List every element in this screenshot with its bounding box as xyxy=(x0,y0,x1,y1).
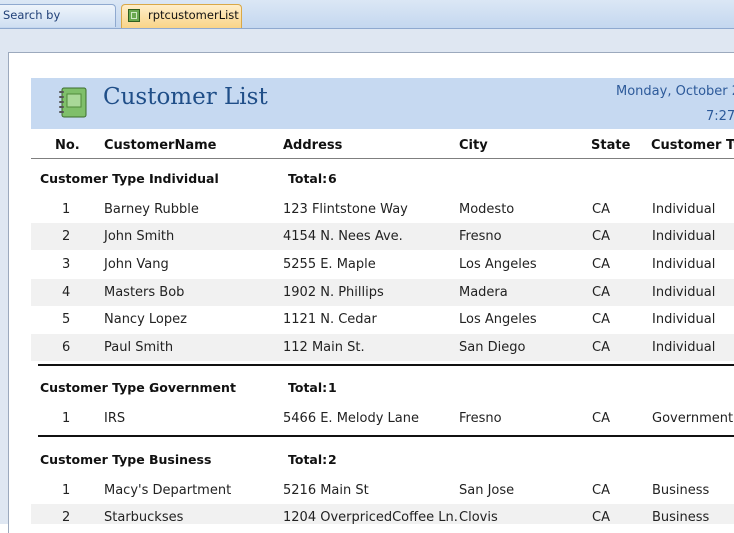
table-row: 4 Masters Bob 1902 N. Phillips Madera CA… xyxy=(31,279,734,306)
notebook-icon xyxy=(59,87,87,118)
group-header-type: Government xyxy=(149,380,236,395)
cell-customer-type: Individual xyxy=(652,340,716,355)
cell-city: San Jose xyxy=(459,483,515,498)
cell-no: 2 xyxy=(62,510,71,525)
cell-city: Los Angeles xyxy=(459,312,537,327)
cell-customer-type: Business xyxy=(652,483,710,498)
cell-state: CA xyxy=(592,340,610,355)
cell-state: CA xyxy=(592,312,610,327)
table-row: 5 Nancy Lopez 1121 N. Cedar Los Angeles … xyxy=(31,306,734,333)
group-total-label: Total: xyxy=(288,452,328,467)
tab-rptcustomerlist[interactable]: rptcustomerList xyxy=(121,4,242,28)
tab-search-by-combobox[interactable]: Search by Combobox xyxy=(0,4,116,43)
cell-customer-type: Individual xyxy=(652,312,716,327)
cell-no: 1 xyxy=(62,483,71,498)
cell-customer-name: Barney Rubble xyxy=(104,202,199,217)
cell-state: CA xyxy=(592,483,610,498)
cell-address: 1204 OverpricedCoffee Ln. xyxy=(283,510,458,525)
group-total-label: Total: xyxy=(288,380,328,395)
group-total-value: 6 xyxy=(328,171,337,186)
column-header-state: State xyxy=(591,138,631,153)
cell-customer-type: Business xyxy=(652,510,710,525)
cell-no: 2 xyxy=(62,229,71,244)
cell-no: 6 xyxy=(62,340,71,355)
cell-customer-name: Nancy Lopez xyxy=(104,312,187,327)
column-header-customer-type: Customer Typ xyxy=(651,138,734,153)
group-header-type: Individual xyxy=(149,171,219,186)
cell-address: 5255 E. Maple xyxy=(283,257,376,272)
cell-address: 1902 N. Phillips xyxy=(283,285,384,300)
group-header-label: Customer Type : xyxy=(40,171,155,186)
cell-customer-type: Individual xyxy=(652,257,716,272)
cell-address: 5466 E. Melody Lane xyxy=(283,411,419,426)
cell-state: CA xyxy=(592,510,610,525)
cell-city: Fresno xyxy=(459,411,502,426)
cell-address: 1121 N. Cedar xyxy=(283,312,377,327)
table-row: 6 Paul Smith 112 Main St. San Diego CA I… xyxy=(31,334,734,361)
group-header-label: Customer Type : xyxy=(40,380,155,395)
cell-address: 4154 N. Nees Ave. xyxy=(283,229,403,244)
report-date: Monday, October 27 xyxy=(616,84,734,99)
group-total-value: 1 xyxy=(328,380,337,395)
cell-no: 1 xyxy=(62,411,71,426)
column-header-rule xyxy=(31,158,734,159)
cell-city: Modesto xyxy=(459,202,515,217)
table-row: 2 John Smith 4154 N. Nees Ave. Fresno CA… xyxy=(31,223,734,250)
cell-state: CA xyxy=(592,285,610,300)
table-row: 2 Starbuckses 1204 OverpricedCoffee Ln. … xyxy=(31,504,734,525)
table-row: 1 IRS 5466 E. Melody Lane Fresno CA Gove… xyxy=(31,405,734,432)
group-header-type: Business xyxy=(149,452,212,467)
report-time: 7:27 xyxy=(706,109,734,124)
column-header-address: Address xyxy=(283,138,343,153)
cell-customer-type: Individual xyxy=(652,229,716,244)
group-separator xyxy=(38,435,734,437)
group-total-label: Total: xyxy=(288,171,328,186)
cell-state: CA xyxy=(592,257,610,272)
cell-customer-name: John Smith xyxy=(104,229,175,244)
cell-no: 3 xyxy=(62,257,71,272)
table-row: 1 Barney Rubble 123 Flintstone Way Modes… xyxy=(31,196,734,223)
cell-state: CA xyxy=(592,411,610,426)
table-row: 3 John Vang 5255 E. Maple Los Angeles CA… xyxy=(31,251,734,278)
cell-customer-type: Individual xyxy=(652,285,716,300)
cell-city: Los Angeles xyxy=(459,257,537,272)
cell-city: San Diego xyxy=(459,340,526,355)
tab-label: rptcustomerList xyxy=(148,8,239,22)
cell-no: 1 xyxy=(62,202,71,217)
report-title: Customer List xyxy=(103,84,268,110)
report-icon xyxy=(128,9,140,22)
document-tab-bar: Search by Combobox rptcustomerList xyxy=(0,0,734,43)
table-row: 1 Macy's Department 5216 Main St San Jos… xyxy=(31,477,734,504)
cell-customer-name: Starbuckses xyxy=(104,510,184,525)
column-header-city: City xyxy=(459,138,488,153)
cell-city: Fresno xyxy=(459,229,502,244)
group-total-value: 2 xyxy=(328,452,337,467)
cell-address: 112 Main St. xyxy=(283,340,365,355)
cell-no: 4 xyxy=(62,285,71,300)
group-separator xyxy=(38,364,734,366)
cell-address: 5216 Main St xyxy=(283,483,369,498)
cell-customer-name: John Vang xyxy=(104,257,169,272)
cell-customer-name: Masters Bob xyxy=(104,285,185,300)
cell-city: Madera xyxy=(459,285,508,300)
group-header-label: Customer Type : xyxy=(40,452,155,467)
cell-address: 123 Flintstone Way xyxy=(283,202,408,217)
column-header-no: No. xyxy=(55,138,80,153)
cell-city: Clovis xyxy=(459,510,498,525)
cell-no: 5 xyxy=(62,312,71,327)
cell-state: CA xyxy=(592,229,610,244)
column-header-customer-name: CustomerName xyxy=(104,138,217,153)
cell-customer-name: Macy's Department xyxy=(104,483,232,498)
cell-customer-type: Individual xyxy=(652,202,716,217)
cell-customer-name: Paul Smith xyxy=(104,340,174,355)
cell-customer-type: Government xyxy=(652,411,734,426)
cell-customer-name: IRS xyxy=(104,411,126,426)
cell-state: CA xyxy=(592,202,610,217)
